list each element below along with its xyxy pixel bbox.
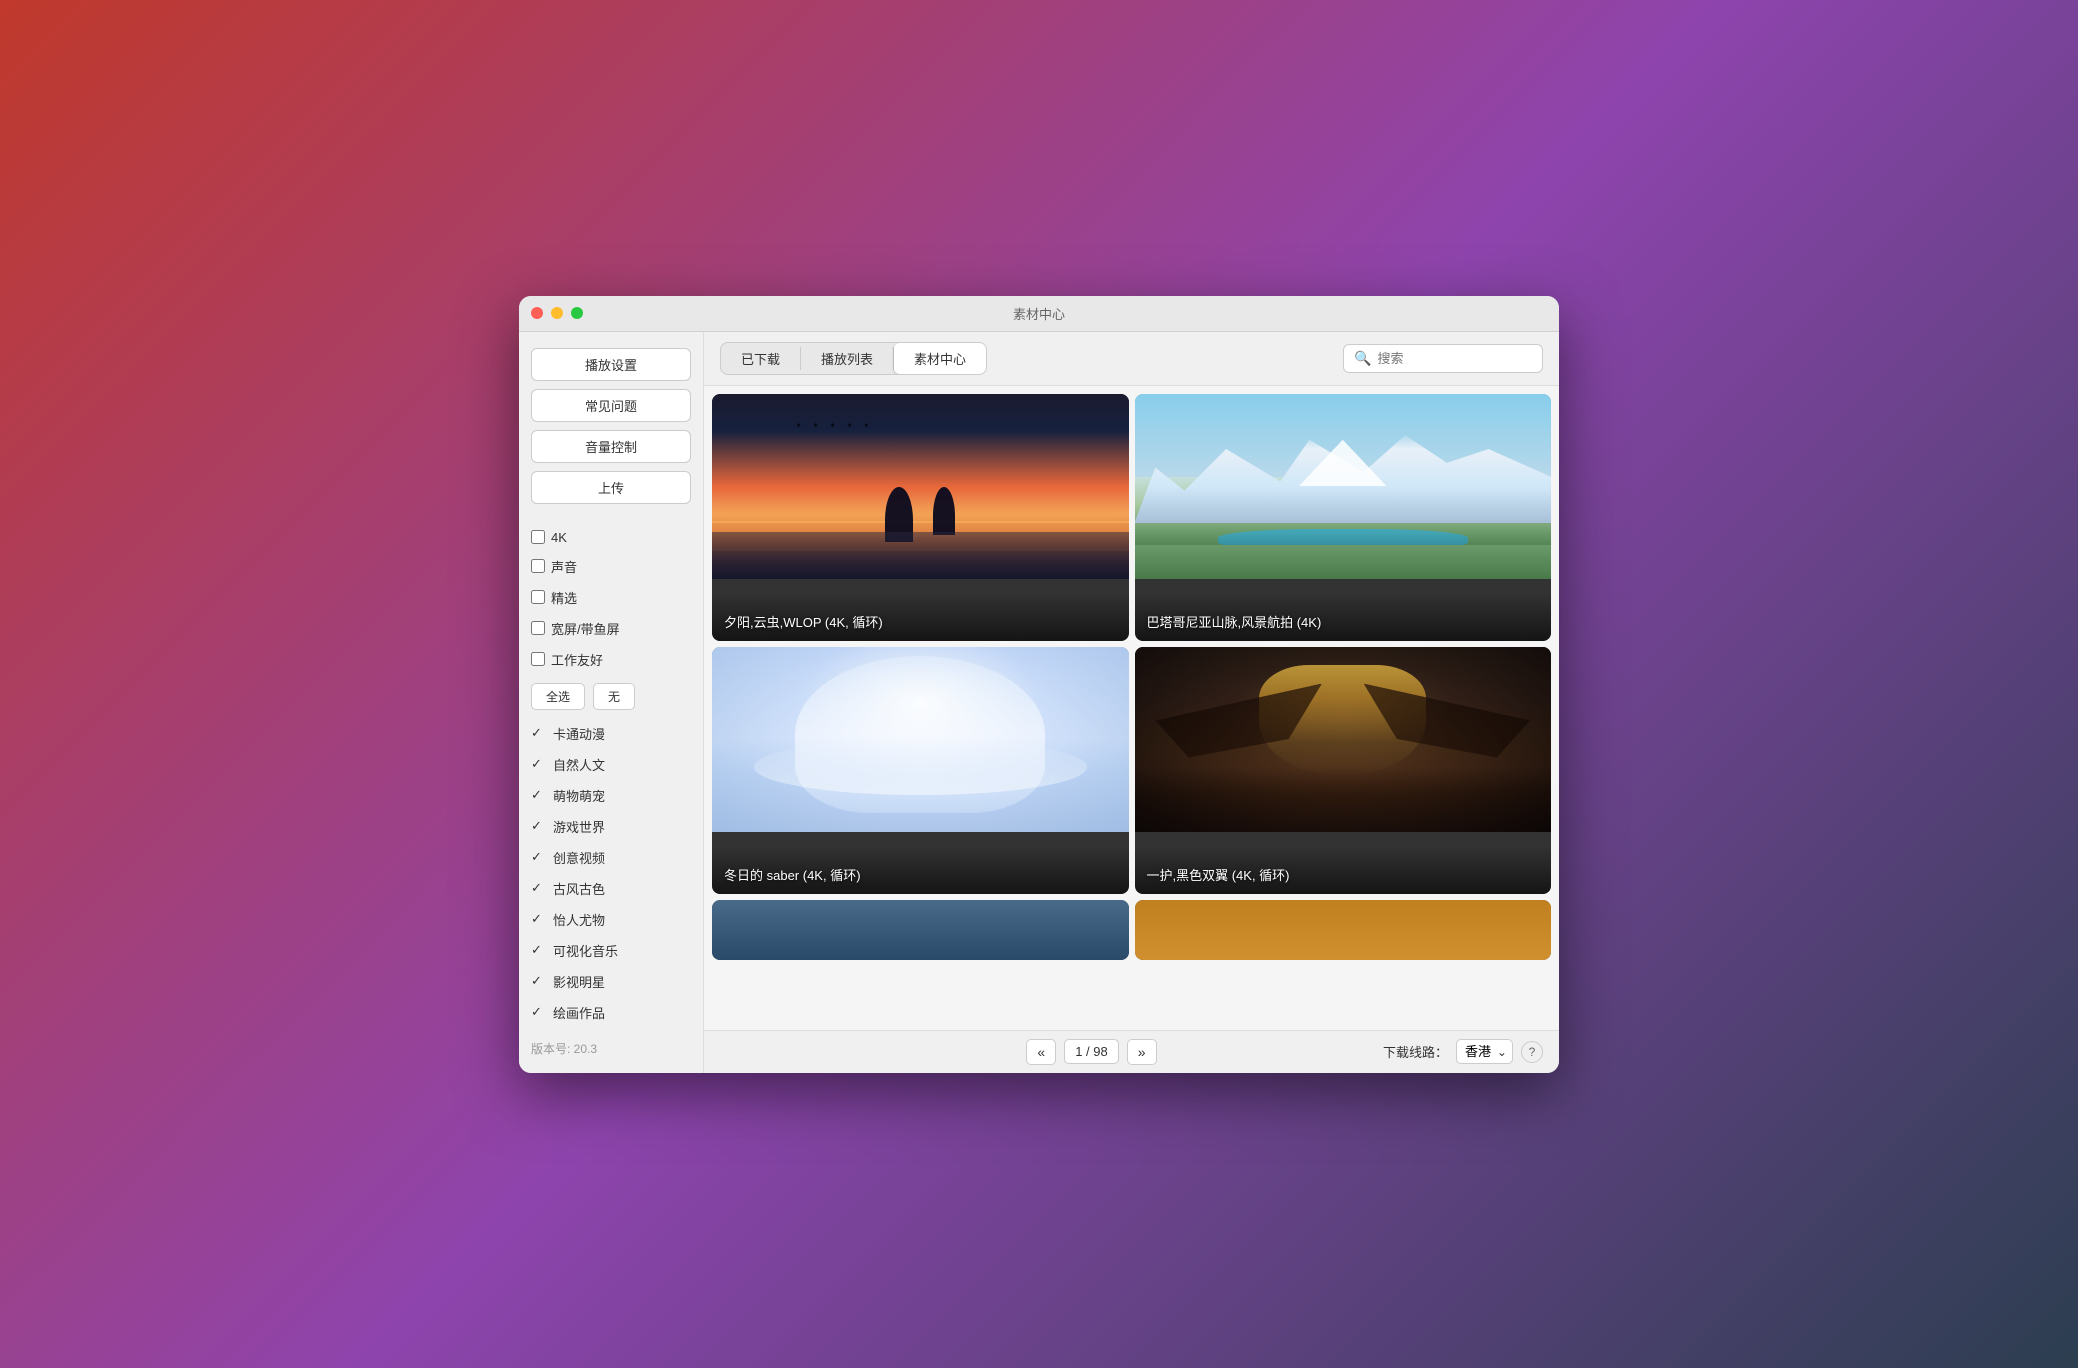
search-input[interactable] <box>1377 351 1532 366</box>
volume-control-button[interactable]: 音量控制 <box>531 430 691 463</box>
version-label: 版本号: 20.3 <box>531 1032 691 1057</box>
sidebar: 播放设置 常见问题 音量控制 上传 4K 声音 精选 宽屏/带鱼屏 <box>519 332 704 1073</box>
pagination: « 1 / 98 » <box>1026 1039 1156 1065</box>
divider-1 <box>531 512 691 520</box>
window-controls <box>531 307 583 319</box>
grid-item-sunset[interactable]: ✦ ✦ ✦ ✦ ✦ 夕阳,云虫,WLOP (4K, 循环) <box>712 394 1129 641</box>
faq-button[interactable]: 常见问题 <box>531 389 691 422</box>
check-icon: ✓ <box>531 973 547 989</box>
grid-item-thumbnail-mountain <box>1135 394 1552 579</box>
filter-widescreen-checkbox[interactable] <box>531 621 545 635</box>
grid-item-thumbnail-sunset: ✦ ✦ ✦ ✦ ✦ <box>712 394 1129 579</box>
download-location-select[interactable]: 香港 <box>1456 1039 1513 1064</box>
check-icon: ✓ <box>531 880 547 896</box>
download-label: 下载线路： <box>1383 1042 1448 1061</box>
help-button[interactable]: ? <box>1521 1041 1543 1063</box>
playback-settings-button[interactable]: 播放设置 <box>531 348 691 381</box>
filter-featured-checkbox[interactable] <box>531 590 545 604</box>
main-content: 播放设置 常见问题 音量控制 上传 4K 声音 精选 宽屏/带鱼屏 <box>519 332 1559 1073</box>
check-icon: ✓ <box>531 818 547 834</box>
check-icon: ✓ <box>531 911 547 927</box>
dress-layer <box>754 739 1087 795</box>
titlebar: 素材中心 <box>519 296 1559 332</box>
grass-layer <box>1135 545 1552 578</box>
media-grid: ✦ ✦ ✦ ✦ ✦ 夕阳,云虫,WLOP (4K, 循环) <box>704 386 1559 1030</box>
maximize-button[interactable] <box>571 307 583 319</box>
select-all-button[interactable]: 全选 <box>531 683 585 710</box>
grid-item-darkwings[interactable]: 一护,黑色双翼 (4K, 循环) <box>1135 647 1552 894</box>
category-nature[interactable]: ✓ 自然人文 <box>531 753 691 776</box>
filter-sound-checkbox[interactable] <box>531 559 545 573</box>
grid-item-thumbnail-princess <box>712 647 1129 832</box>
search-icon: 🔍 <box>1354 350 1371 367</box>
category-ancient[interactable]: ✓ 古风古色 <box>531 877 691 900</box>
tab-playlist[interactable]: 播放列表 <box>801 343 893 374</box>
check-icon: ✓ <box>531 1004 547 1020</box>
grid-item-label-darkwings: 一护,黑色双翼 (4K, 循环) <box>1135 845 1552 894</box>
grid-item-partial-2[interactable] <box>1135 900 1552 960</box>
partial-thumbnail-2 <box>1135 900 1552 960</box>
category-gaming[interactable]: ✓ 游戏世界 <box>531 815 691 838</box>
birds-decoration: ✦ ✦ ✦ ✦ ✦ <box>795 421 873 430</box>
grid-item-thumbnail-darkwings <box>1135 647 1552 832</box>
filter-featured[interactable]: 精选 <box>531 586 691 609</box>
category-painting[interactable]: ✓ 绘画作品 <box>531 1001 691 1024</box>
category-cartoon[interactable]: ✓ 卡通动漫 <box>531 722 691 745</box>
filter-4k[interactable]: 4K <box>531 528 691 547</box>
main-window: 素材中心 播放设置 常见问题 音量控制 上传 4K 声音 精选 宽 <box>519 296 1559 1073</box>
tab-material-center[interactable]: 素材中心 <box>894 343 986 374</box>
fence-decoration <box>712 532 1129 578</box>
search-bar: 🔍 <box>1343 344 1543 373</box>
filter-4k-checkbox[interactable] <box>531 530 545 544</box>
filter-widescreen[interactable]: 宽屏/带鱼屏 <box>531 617 691 640</box>
filter-work-friendly[interactable]: 工作友好 <box>531 648 691 671</box>
grid-item-label-princess: 冬日的 saber (4K, 循环) <box>712 845 1129 894</box>
check-icon: ✓ <box>531 942 547 958</box>
partial-thumbnail-1 <box>712 900 1129 960</box>
select-none-button[interactable]: 无 <box>593 683 635 710</box>
check-icon: ✓ <box>531 849 547 865</box>
close-button[interactable] <box>531 307 543 319</box>
top-bar: 已下载 播放列表 素材中心 🔍 <box>704 332 1559 386</box>
filter-work-friendly-checkbox[interactable] <box>531 652 545 666</box>
select-buttons: 全选 无 <box>531 683 691 710</box>
category-creative[interactable]: ✓ 创意视频 <box>531 846 691 869</box>
grid-item-mountain[interactable]: 巴塔哥尼亚山脉,风景航拍 (4K) <box>1135 394 1552 641</box>
check-icon: ✓ <box>531 787 547 803</box>
content-area: 已下载 播放列表 素材中心 🔍 ✦ ✦ ✦ ✦ ✦ <box>704 332 1559 1073</box>
grid-item-partial-1[interactable] <box>712 900 1129 960</box>
grid-item-label-mountain: 巴塔哥尼亚山脉,风景航拍 (4K) <box>1135 592 1552 641</box>
check-icon: ✓ <box>531 725 547 741</box>
category-music-visual[interactable]: ✓ 可视化音乐 <box>531 939 691 962</box>
tab-downloaded[interactable]: 已下载 <box>721 343 800 374</box>
download-line: 下载线路： 香港 ? <box>1383 1039 1543 1064</box>
download-select-wrapper: 香港 <box>1456 1039 1513 1064</box>
check-icon: ✓ <box>531 756 547 772</box>
page-info: 1 / 98 <box>1064 1039 1119 1064</box>
tab-group: 已下载 播放列表 素材中心 <box>720 342 987 375</box>
category-film[interactable]: ✓ 影视明星 <box>531 970 691 993</box>
filter-sound[interactable]: 声音 <box>531 555 691 578</box>
figure-2 <box>933 487 955 535</box>
grid-item-princess[interactable]: 冬日的 saber (4K, 循环) <box>712 647 1129 894</box>
category-beauty[interactable]: ✓ 怡人尤物 <box>531 908 691 931</box>
bottom-bar: « 1 / 98 » 下载线路： 香港 ? <box>704 1030 1559 1073</box>
category-pets[interactable]: ✓ 萌物萌宠 <box>531 784 691 807</box>
next-page-button[interactable]: » <box>1127 1039 1157 1065</box>
window-title: 素材中心 <box>1013 304 1065 323</box>
minimize-button[interactable] <box>551 307 563 319</box>
prev-page-button[interactable]: « <box>1026 1039 1056 1065</box>
upload-button[interactable]: 上传 <box>531 471 691 504</box>
grid-item-label-sunset: 夕阳,云虫,WLOP (4K, 循环) <box>712 592 1129 641</box>
